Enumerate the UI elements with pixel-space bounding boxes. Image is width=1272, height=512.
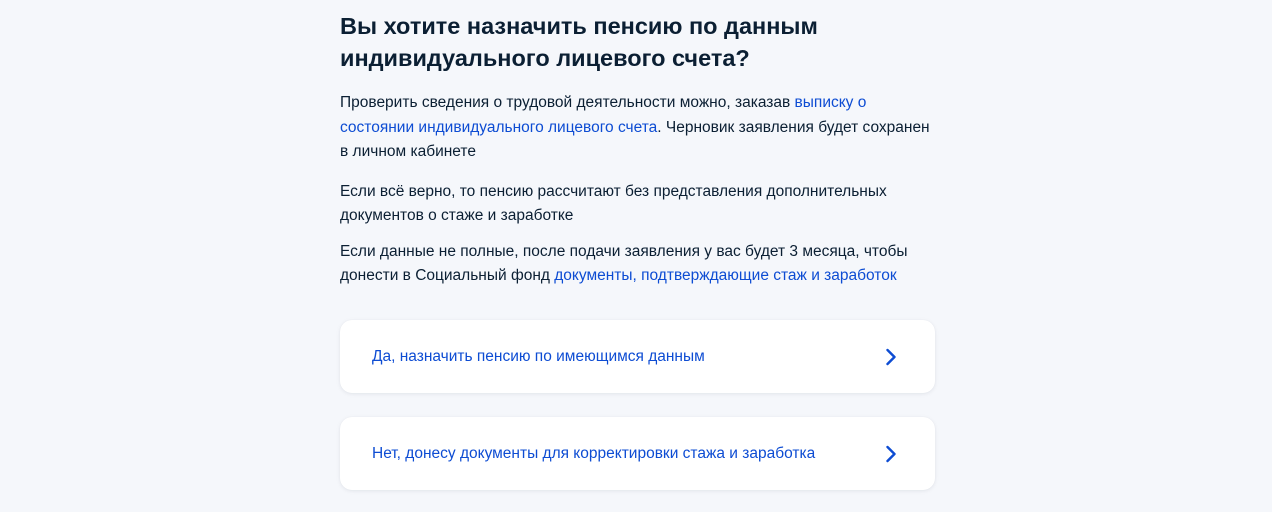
option-yes-label: Да, назначить пенсию по имеющимся данным: [372, 347, 705, 365]
chevron-right-icon: [885, 445, 897, 463]
info-paragraph-correct: Если всё верно, то пенсию рассчитают без…: [340, 182, 887, 225]
page-title: Вы хотите назначить пенсию по данным инди…: [340, 10, 935, 74]
info-paragraph-statement: Проверить сведения о трудовой деятельнос…: [340, 91, 935, 165]
chevron-right-icon: [885, 348, 897, 366]
documents-link[interactable]: документы, подтверждающие стаж и заработ…: [554, 267, 896, 284]
info-text-before: Проверить сведения о трудовой деятельнос…: [340, 94, 795, 111]
option-no-label: Нет, донесу документы для корректировки …: [372, 444, 816, 462]
page-title-line2: индивидуального лицевого счета?: [340, 45, 750, 71]
main-content: Вы хотите назначить пенсию по данным инди…: [340, 0, 935, 289]
page-title-line1: Вы хотите назначить пенсию по данным: [340, 13, 818, 39]
info-paragraph-incomplete: Если данные не полные, после подачи заяв…: [340, 240, 935, 289]
option-yes-button[interactable]: Да, назначить пенсию по имеющимся данным: [340, 320, 935, 393]
option-no-button[interactable]: Нет, донесу документы для корректировки …: [340, 417, 935, 490]
